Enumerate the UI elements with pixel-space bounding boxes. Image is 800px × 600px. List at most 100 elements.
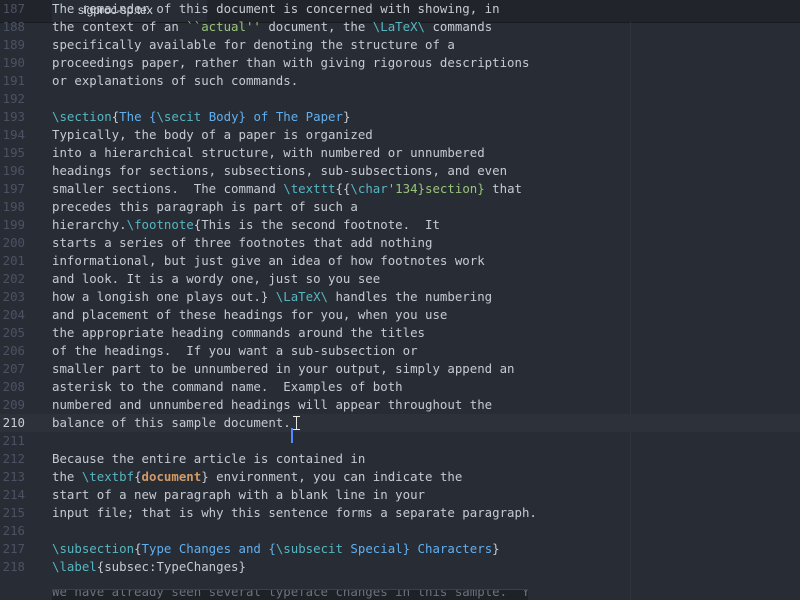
code-line[interactable]: 206 of the headings. If you want a sub-su…: [0, 342, 800, 360]
token: Body} of The Paper: [201, 109, 343, 124]
code-line[interactable]: 194 Typically, the body of a paper is org…: [0, 126, 800, 144]
line-number: 215: [2, 505, 25, 520]
line-number: 196: [2, 163, 25, 178]
code-line[interactable]: 192: [0, 90, 800, 108]
token: ``actual'': [186, 19, 261, 34]
line-number: 201: [2, 253, 25, 268]
line-number: 187: [2, 1, 25, 16]
token: smaller part to be unnumbered in your ou…: [52, 361, 515, 376]
code-line[interactable]: 202 and look. It is a wordy one, just so …: [0, 270, 800, 288]
line-number: 197: [2, 181, 25, 196]
token: The remainder of this document is concer…: [52, 1, 500, 16]
line-number: 208: [2, 379, 25, 394]
code-line[interactable]: 216: [0, 522, 800, 540]
token: environment, you can indicate the: [208, 469, 463, 484]
code-line[interactable]: 191 or explanations of such commands.: [0, 72, 800, 90]
code-line[interactable]: 210 balance of this sample document.: [0, 414, 800, 432]
code-line[interactable]: 213 the \textbf{document} environment, yo…: [0, 468, 800, 486]
token: {{: [335, 181, 351, 196]
token: {: [134, 541, 142, 556]
token: }: [492, 541, 500, 556]
token: \subsecit: [275, 541, 343, 556]
token: smaller sections. The command: [52, 181, 284, 196]
line-text: specifically available for denoting the …: [52, 36, 455, 54]
autocomplete-text: We have already seen several typeface ch…: [52, 589, 528, 599]
line-number: 205: [2, 325, 25, 340]
token: precedes this paragraph is part of such …: [52, 199, 358, 214]
autocomplete-popup[interactable]: We have already seen several typeface ch…: [52, 589, 528, 600]
token: handles the numbering: [328, 289, 493, 304]
line-number: 194: [2, 127, 25, 142]
line-text: \section{The {\secit Body} of The Paper}: [52, 108, 350, 126]
code-line[interactable]: 215 input file; that is why this sentence…: [0, 504, 800, 522]
token: \textbf: [81, 469, 135, 484]
token: headings for sections, subsections, sub-…: [52, 163, 508, 178]
token: how a longish one plays out.}: [52, 289, 276, 304]
line-number: 192: [2, 91, 25, 106]
line-text: start of a new paragraph with a blank li…: [52, 486, 425, 504]
line-text: proceedings paper, rather than with givi…: [52, 54, 529, 72]
code-line[interactable]: 190 proceedings paper, rather than with g…: [0, 54, 800, 72]
token: \label: [52, 559, 97, 574]
token: or explanations of such commands.: [52, 73, 299, 88]
code-line[interactable]: 188 the context of an ``actual'' document…: [0, 18, 800, 36]
line-text: Typically, the body of a paper is organi…: [52, 126, 373, 144]
code-line[interactable]: 217 \subsection{Type Changes and {\subsec…: [0, 540, 800, 558]
code-line[interactable]: 203 how a longish one plays out.} \LaTeX\…: [0, 288, 800, 306]
text-editor[interactable]: 187 The remainder of this document is con…: [0, 1, 800, 600]
line-text: or explanations of such commands.: [52, 72, 298, 90]
line-number: 190: [2, 55, 25, 70]
code-line[interactable]: 211: [0, 432, 800, 450]
line-number: 200: [2, 235, 25, 250]
code-line[interactable]: 193 \section{The {\secit Body} of The Pap…: [0, 108, 800, 126]
code-line[interactable]: 214 start of a new paragraph with a blank…: [0, 486, 800, 504]
token: \char: [350, 181, 388, 196]
line-text: informational, but just give an idea of …: [52, 252, 485, 270]
line-number: 209: [2, 397, 25, 412]
token: \subsection: [52, 541, 135, 556]
line-number: 216: [2, 523, 25, 538]
code-line[interactable]: 196 headings for sections, subsections, s…: [0, 162, 800, 180]
code-line[interactable]: 187 The remainder of this document is con…: [0, 0, 800, 18]
code-line[interactable]: 209 numbered and unnumbered headings will…: [0, 396, 800, 414]
code-line[interactable]: 218 \label{subsec:TypeChanges}: [0, 558, 800, 576]
line-number: 213: [2, 469, 25, 484]
code-line[interactable]: 189 specifically available for denoting t…: [0, 36, 800, 54]
line-number: 195: [2, 145, 25, 160]
token: '134}section}: [387, 181, 485, 196]
line-text: \label{subsec:TypeChanges}: [52, 558, 246, 576]
token: \LaTeX\: [372, 19, 426, 34]
code-line[interactable]: 208 asterisk to the command name. Example…: [0, 378, 800, 396]
code-line[interactable]: 198 precedes this paragraph is part of su…: [0, 198, 800, 216]
line-number: 204: [2, 307, 25, 322]
code-line[interactable]: 197 smaller sections. The command \texttt…: [0, 180, 800, 198]
code-line[interactable]: 199 hierarchy.\footnote{This is the secon…: [0, 216, 800, 234]
token: \LaTeX\: [275, 289, 329, 304]
line-number: 207: [2, 361, 25, 376]
code-line[interactable]: 212 Because the entire article is contain…: [0, 450, 800, 468]
line-number: 202: [2, 271, 25, 286]
code-line[interactable]: 207 smaller part to be unnumbered in your…: [0, 360, 800, 378]
line-text: how a longish one plays out.} \LaTeX\ ha…: [52, 288, 492, 306]
line-text: input file; that is why this sentence fo…: [52, 504, 537, 522]
line-text: The remainder of this document is concer…: [52, 0, 500, 18]
text-cursor: [291, 428, 293, 443]
token: the: [52, 469, 82, 484]
code-line[interactable]: 204 and placement of these headings for y…: [0, 306, 800, 324]
code-line[interactable]: 195 into a hierarchical structure, with n…: [0, 144, 800, 162]
token: {subsec:TypeChanges}: [96, 559, 246, 574]
line-number: 211: [2, 433, 25, 448]
token: \section: [52, 109, 112, 124]
token: \secit: [156, 109, 202, 124]
token: specifically available for denoting the …: [52, 37, 455, 52]
code-line[interactable]: 205 the appropriate heading commands arou…: [0, 324, 800, 342]
token: \texttt: [283, 181, 336, 196]
line-text: the \textbf{document} environment, you c…: [52, 468, 462, 486]
line-number: 198: [2, 199, 25, 214]
line-number: 191: [2, 73, 25, 88]
token: Typically, the body of a paper is organi…: [52, 127, 373, 142]
code-line[interactable]: 200 starts a series of three footnotes th…: [0, 234, 800, 252]
code-line[interactable]: 201 informational, but just give an idea …: [0, 252, 800, 270]
line-text: and look. It is a wordy one, just so you…: [52, 270, 380, 288]
token: The {: [119, 109, 157, 124]
